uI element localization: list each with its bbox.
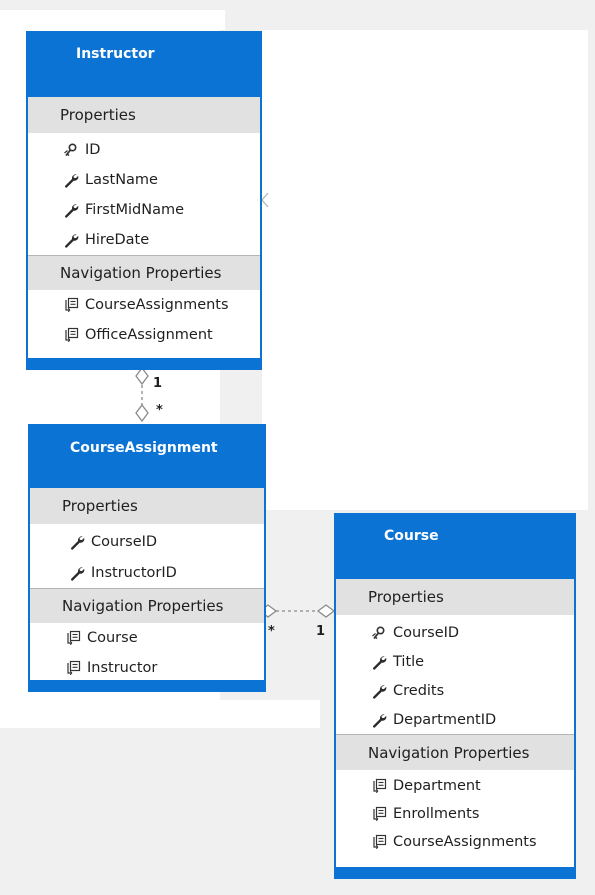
wrench-icon — [62, 202, 80, 218]
entity-course[interactable]: Course Properties CourseID Title Credits De… — [334, 513, 576, 879]
property-label: LastName — [85, 172, 158, 188]
wrench-icon — [62, 232, 80, 248]
entity-title[interactable]: CourseAssignment — [30, 426, 264, 488]
entity-title[interactable]: Course — [336, 515, 574, 579]
properties-list: ID LastName FirstMidName HireDate — [28, 133, 260, 255]
property-label: InstructorID — [91, 564, 177, 581]
navigation-property-row[interactable]: Department — [336, 772, 574, 800]
properties-list: CourseID Title Credits DepartmentID — [336, 615, 574, 734]
navigation-property-icon — [62, 297, 80, 313]
navigation-list: Department Enrollments CourseAssignments — [336, 770, 574, 856]
property-label: CourseID — [91, 533, 158, 550]
multiplicity-courseassignment-course-many: * — [268, 624, 275, 639]
navigation-property-icon — [370, 834, 388, 850]
navigation-property-row[interactable]: CourseAssignments — [28, 290, 260, 320]
entity-footer — [336, 867, 574, 877]
property-row[interactable]: CourseID — [336, 618, 574, 647]
property-row[interactable]: FirstMidName — [28, 195, 260, 225]
navigation-property-row[interactable]: Enrollments — [336, 800, 574, 828]
entity-title[interactable]: Instructor — [28, 33, 260, 97]
multiplicity-course-one: 1 — [316, 624, 326, 639]
property-row[interactable]: InstructorID — [30, 557, 264, 588]
entity-instructor[interactable]: Instructor Properties ID LastName FirstMid… — [26, 31, 262, 370]
properties-section-header[interactable]: Properties — [30, 488, 264, 524]
course-end-diamond — [316, 604, 336, 618]
key-icon — [62, 142, 80, 158]
navigation-property-icon — [370, 806, 388, 822]
wrench-icon — [62, 172, 80, 188]
navigation-property-label: CourseAssignments — [85, 297, 229, 313]
navigation-property-label: Instructor — [87, 660, 158, 676]
property-row[interactable]: LastName — [28, 165, 260, 195]
navigation-property-label: CourseAssignments — [393, 834, 537, 850]
property-label: FirstMidName — [85, 202, 185, 218]
navigation-property-row[interactable]: OfficeAssignment — [28, 320, 260, 350]
multiplicity-instructor-one: 1 — [153, 376, 163, 391]
property-row[interactable]: CourseID — [30, 526, 264, 557]
property-label: Title — [393, 653, 425, 670]
navigation-property-icon — [64, 660, 82, 676]
wrench-icon — [68, 565, 86, 581]
navigation-section-header[interactable]: Navigation Properties — [28, 255, 260, 290]
navigation-section-header[interactable]: Navigation Properties — [336, 734, 574, 770]
property-label: CourseID — [393, 624, 460, 641]
property-label: ID — [85, 142, 101, 158]
multiplicity-courseassignment-many: * — [156, 403, 163, 418]
properties-list: CourseID InstructorID — [30, 524, 264, 588]
property-label: Credits — [393, 682, 445, 699]
entity-courseassignment[interactable]: CourseAssignment Properties CourseID Inst… — [28, 424, 266, 692]
instructor-side-stub — [261, 192, 269, 208]
properties-section-header[interactable]: Properties — [336, 579, 574, 615]
navigation-property-icon — [370, 778, 388, 794]
wrench-icon — [370, 712, 388, 728]
property-row[interactable]: DepartmentID — [336, 705, 574, 734]
property-row[interactable]: ID — [28, 135, 260, 165]
navigation-property-label: Department — [393, 778, 481, 794]
navigation-section-header[interactable]: Navigation Properties — [30, 588, 264, 623]
property-label: HireDate — [85, 232, 150, 248]
property-row[interactable]: Credits — [336, 676, 574, 705]
wrench-icon — [370, 654, 388, 670]
navigation-property-label: Course — [87, 630, 138, 646]
navigation-property-row[interactable]: CourseAssignments — [336, 828, 574, 856]
courseassignment-top-diamond — [135, 403, 149, 423]
navigation-property-label: Enrollments — [393, 806, 480, 822]
property-label: DepartmentID — [393, 711, 497, 728]
navigation-property-row[interactable]: Instructor — [30, 653, 264, 683]
wrench-icon — [68, 534, 86, 550]
navigation-property-icon — [62, 327, 80, 343]
navigation-property-icon — [64, 630, 82, 646]
navigation-property-row[interactable]: Course — [30, 623, 264, 653]
entity-footer — [30, 680, 264, 690]
property-row[interactable]: HireDate — [28, 225, 260, 255]
navigation-list: Course Instructor — [30, 623, 264, 683]
navigation-list: CourseAssignments OfficeAssignment — [28, 290, 260, 350]
wrench-icon — [370, 683, 388, 699]
property-row[interactable]: Title — [336, 647, 574, 676]
properties-section-header[interactable]: Properties — [28, 97, 260, 133]
key-icon — [370, 625, 388, 641]
entity-footer — [28, 358, 260, 368]
navigation-property-label: OfficeAssignment — [85, 327, 213, 343]
instructor-end-diamond — [135, 366, 149, 386]
